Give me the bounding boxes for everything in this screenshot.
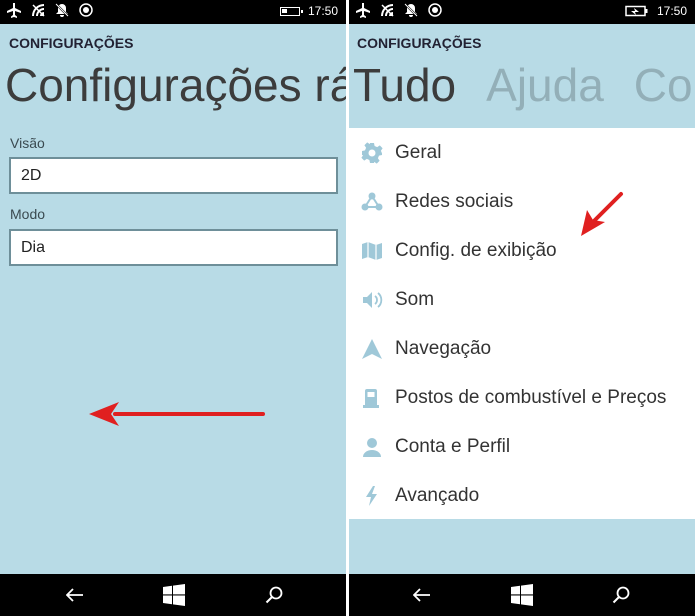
status-bar: 17:50: [349, 0, 695, 24]
settings-item-label: Conta e Perfil: [395, 436, 511, 457]
battery-icon: [279, 6, 303, 16]
settings-item-config-exibicao[interactable]: Config. de exibição: [361, 233, 557, 269]
vision-label: Visão: [10, 135, 45, 151]
airplane-icon: [356, 3, 370, 18]
app-title: CONFIGURAÇÕES: [9, 35, 134, 51]
pivot-tabs: Tudo Ajuda Co: [353, 58, 695, 112]
location-icon: [428, 3, 442, 17]
settings-item-som[interactable]: Som: [361, 282, 434, 318]
status-time: 17:50: [307, 4, 338, 18]
settings-item-navegacao[interactable]: Navegação: [361, 331, 491, 367]
mode-label: Modo: [10, 206, 46, 222]
settings-item-redes-sociais[interactable]: Redes sociais: [361, 184, 513, 220]
settings-item-label: Geral: [395, 142, 442, 163]
speaker-icon: [361, 289, 383, 311]
back-arrow-icon[interactable]: [62, 582, 88, 608]
quick-settings-screen: 17:50 CONFIGURAÇÕES Configurações rá Vis…: [0, 0, 346, 616]
settings-item-label: Config. de exibição: [395, 240, 557, 261]
person-icon: [361, 436, 383, 458]
airplane-icon: [7, 3, 21, 18]
search-icon[interactable]: [608, 582, 634, 608]
quiet-hours-icon: [55, 3, 69, 17]
map-icon: [361, 240, 383, 262]
settings-item-label: Navegação: [395, 338, 492, 359]
nav-bar: [0, 574, 346, 616]
fuel-pump-icon: [361, 387, 383, 409]
settings-item-conta-perfil[interactable]: Conta e Perfil: [361, 429, 510, 465]
back-arrow-icon[interactable]: [409, 582, 435, 608]
share-icon: [361, 191, 383, 213]
nav-bar: [349, 574, 695, 616]
wifi-off-icon: [32, 4, 45, 17]
settings-item-label: Avançado: [395, 485, 480, 506]
settings-item-geral[interactable]: Geral: [361, 135, 441, 171]
settings-item-label: Postos de combustível e Preços: [395, 387, 667, 408]
settings-list: Geral Redes sociais Config. de exibição …: [349, 128, 695, 519]
quiet-hours-icon: [404, 3, 418, 17]
wifi-off-icon: [381, 4, 394, 17]
navigation-arrow-icon: [361, 338, 383, 360]
settings-item-avancado[interactable]: Avançado: [361, 478, 479, 514]
location-icon: [79, 3, 93, 17]
mode-select[interactable]: Dia: [9, 229, 338, 266]
windows-start-icon[interactable]: [161, 582, 187, 608]
settings-item-label: Redes sociais: [395, 191, 514, 212]
windows-start-icon[interactable]: [509, 582, 535, 608]
settings-item-label: Som: [395, 289, 435, 310]
pivot-header[interactable]: Configurações rá: [5, 58, 346, 112]
search-icon[interactable]: [261, 582, 287, 608]
status-time: 17:50: [656, 4, 687, 18]
status-bar: 17:50: [0, 0, 346, 24]
all-settings-screen: 17:50 CONFIGURAÇÕES Tudo Ajuda Co Geral Re…: [349, 0, 695, 616]
vision-select[interactable]: 2D: [9, 157, 338, 194]
tab-co[interactable]: Co: [634, 59, 693, 111]
charging-battery-icon: [625, 5, 648, 17]
tab-tudo[interactable]: Tudo: [353, 59, 456, 111]
app-title: CONFIGURAÇÕES: [357, 35, 482, 51]
gear-icon: [361, 142, 383, 164]
lightning-icon: [361, 485, 383, 507]
tab-ajuda[interactable]: Ajuda: [486, 59, 604, 111]
settings-item-postos-combustivel[interactable]: Postos de combustível e Preços: [361, 380, 666, 416]
swipe-left-arrow-annotation: [89, 402, 265, 426]
